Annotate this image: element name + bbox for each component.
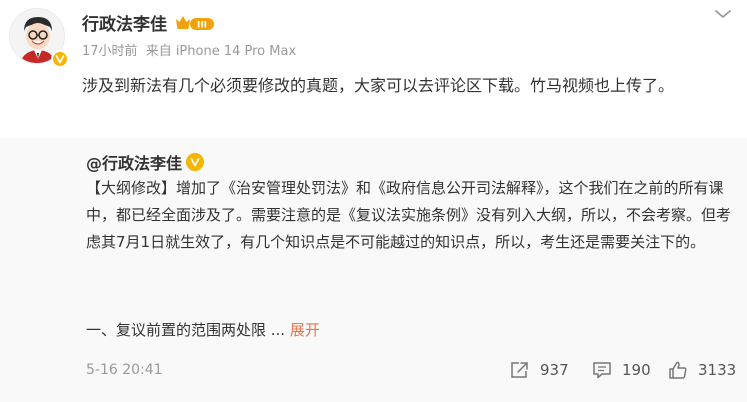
post-meta: 17小时前 来自 iPhone 14 Pro Max	[82, 40, 300, 59]
repost-count: 937	[540, 361, 569, 379]
like-button[interactable]: 3133	[668, 361, 736, 379]
comment-icon	[593, 362, 611, 379]
repost-card[interactable]: @行政法李佳 【大纲修改】增加了《治安管理处罚法》和《政府信息公开司法解释》，这…	[0, 138, 747, 402]
chevron-down-icon	[715, 10, 731, 18]
repost-action[interactable]: 937	[510, 360, 569, 380]
post-source: 来自 iPhone 14 Pro Max	[145, 44, 297, 59]
like-action[interactable]: 3133	[668, 360, 736, 380]
like-count: 3133	[698, 361, 737, 379]
share-icon	[511, 362, 528, 378]
repost-outline-text: 一、复议前置的范围两处限 ...	[86, 321, 286, 339]
repost-text: 【大纲修改】增加了《治安管理处罚法》和《政府信息公开司法解释》，这个我们在之前的…	[86, 179, 732, 251]
member-level-text: III	[197, 20, 207, 30]
post-text: 涉及到新法有几个必须要修改的真题，大家可以去评论区下载。竹马视频也上传了。	[82, 76, 675, 95]
verified-badge-icon	[51, 50, 69, 68]
repost-author-name[interactable]: @行政法李佳	[86, 150, 182, 174]
repost-outline-line: 一、复议前置的范围两处限 ... 展开	[86, 319, 320, 340]
thumbs-up-icon	[669, 361, 687, 379]
comment-action[interactable]: 190	[592, 360, 651, 380]
repost-date[interactable]: 5-16 20:41	[86, 362, 163, 378]
expand-link[interactable]: 展开	[290, 321, 320, 339]
verified-badge-icon	[186, 153, 205, 171]
comment-count: 190	[622, 361, 651, 379]
crown-member-icon: III	[176, 15, 214, 30]
repost-author-row: @行政法李佳	[86, 150, 205, 174]
member-badge[interactable]: III	[175, 14, 215, 32]
comment-button[interactable]: 190	[592, 361, 651, 379]
post-time[interactable]: 17小时前	[82, 44, 138, 59]
post-author-name[interactable]: 行政法李佳	[82, 10, 167, 35]
repost-button[interactable]: 937	[510, 361, 569, 379]
post-author-row: 行政法李佳 III	[82, 10, 215, 35]
post-menu-button[interactable]	[712, 6, 734, 22]
